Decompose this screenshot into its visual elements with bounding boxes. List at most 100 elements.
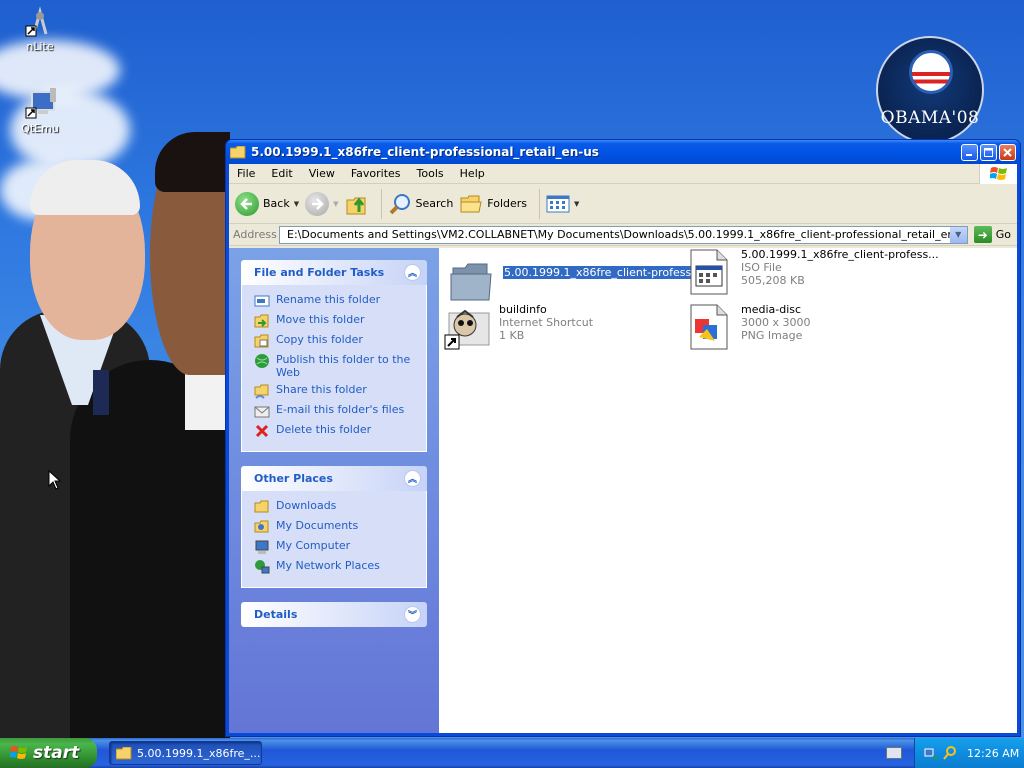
go-label: Go bbox=[995, 228, 1011, 241]
file-folder-tasks-header[interactable]: File and Folder Tasks ︽ bbox=[241, 260, 427, 285]
desktop-icon-qtemu[interactable]: QtEmu bbox=[10, 88, 70, 135]
desktop-icon-nlite[interactable]: nLite bbox=[10, 6, 70, 53]
file-item-folder[interactable]: 5.00.1999.1_x86fre_client-profess... bbox=[447, 258, 704, 306]
search-button[interactable]: Search bbox=[388, 192, 453, 216]
menu-view[interactable]: View bbox=[301, 167, 343, 180]
task-label: Delete this folder bbox=[276, 423, 372, 436]
menu-edit[interactable]: Edit bbox=[263, 167, 300, 180]
rename-icon bbox=[254, 295, 270, 307]
mouse-cursor-icon bbox=[48, 470, 62, 490]
other-places-panel: Other Places ︽ Downloads My Documents My… bbox=[241, 466, 427, 588]
start-button[interactable]: start bbox=[0, 738, 97, 768]
place-label: My Network Places bbox=[276, 559, 380, 572]
file-name: 5.00.1999.1_x86fre_client-profess... bbox=[741, 248, 939, 261]
taskbar-window-button[interactable]: 5.00.1999.1_x86fre_... bbox=[109, 741, 262, 765]
wallpaper-tie bbox=[93, 370, 109, 415]
menu-help[interactable]: Help bbox=[452, 167, 493, 180]
my-computer-icon bbox=[255, 540, 269, 554]
go-button[interactable]: ➜ Go bbox=[973, 226, 1011, 243]
windows-logo-icon bbox=[979, 164, 1017, 184]
task-email-files[interactable]: E-mail this folder's files bbox=[254, 403, 416, 419]
place-label: My Computer bbox=[276, 539, 351, 552]
network-icon[interactable] bbox=[923, 745, 939, 761]
other-places-header[interactable]: Other Places ︽ bbox=[241, 466, 427, 491]
file-name[interactable]: 5.00.1999.1_x86fre_client-profess... bbox=[502, 265, 704, 280]
panel-title: Details bbox=[254, 608, 298, 621]
views-button[interactable]: ▼ bbox=[546, 194, 579, 214]
address-bar: Address E:\Documents and Settings\VM2.CO… bbox=[229, 224, 1017, 246]
file-list-view: 5.00.1999.1_x86fre_client-profess... 5.0… bbox=[439, 248, 1017, 733]
file-name: buildinfo bbox=[499, 303, 547, 316]
task-label: E-mail this folder's files bbox=[276, 403, 405, 416]
collapse-icon[interactable]: ︽ bbox=[404, 470, 421, 487]
file-type: Internet Shortcut bbox=[499, 316, 594, 329]
file-name: media-disc bbox=[741, 303, 802, 316]
windows-logo-icon bbox=[10, 746, 27, 759]
start-label: start bbox=[33, 743, 80, 763]
search-icon[interactable] bbox=[942, 745, 958, 761]
back-dropdown-icon[interactable]: ▼ bbox=[294, 200, 299, 208]
forward-arrow-icon bbox=[305, 191, 330, 216]
up-folder-button[interactable] bbox=[345, 192, 369, 216]
png-image-icon bbox=[685, 303, 733, 351]
clock[interactable]: 12:26 AM bbox=[967, 747, 1019, 760]
menu-tools[interactable]: Tools bbox=[409, 167, 452, 180]
share-folder-icon bbox=[254, 384, 269, 399]
toolbar-separator bbox=[380, 188, 382, 219]
email-icon bbox=[254, 406, 270, 418]
panel-title: Other Places bbox=[254, 472, 333, 485]
details-header[interactable]: Details ︾ bbox=[241, 602, 427, 627]
go-arrow-icon: ➜ bbox=[973, 226, 992, 243]
toolbar-separator bbox=[539, 188, 541, 219]
window-titlebar[interactable]: 5.00.1999.1_x86fre_client-professional_r… bbox=[226, 140, 1020, 164]
wallpaper-hair bbox=[155, 132, 230, 192]
panel-title: File and Folder Tasks bbox=[254, 266, 385, 279]
file-item-media-disc[interactable]: media-disc 3000 x 3000 PNG Image bbox=[685, 303, 811, 351]
forward-dropdown-icon[interactable]: ▼ bbox=[333, 200, 338, 208]
close-icon bbox=[1003, 147, 1012, 157]
folders-label: Folders bbox=[487, 197, 528, 210]
collapse-icon[interactable]: ︽ bbox=[404, 264, 421, 281]
place-my-network-places[interactable]: My Network Places bbox=[254, 559, 416, 575]
views-icon bbox=[546, 195, 570, 212]
views-dropdown-icon[interactable]: ▼ bbox=[574, 200, 579, 208]
file-item-iso[interactable]: 5.00.1999.1_x86fre_client-profess... ISO… bbox=[685, 248, 939, 296]
folders-icon bbox=[460, 195, 482, 212]
task-delete-folder[interactable]: Delete this folder bbox=[254, 423, 416, 439]
iso-file-icon bbox=[685, 248, 733, 296]
task-share-folder[interactable]: Share this folder bbox=[254, 383, 416, 399]
place-downloads[interactable]: Downloads bbox=[254, 499, 416, 515]
file-item-buildinfo[interactable]: buildinfo Internet Shortcut 1 KB bbox=[443, 303, 593, 351]
menu-favorites[interactable]: Favorites bbox=[343, 167, 409, 180]
task-publish-web[interactable]: Publish this folder to the Web bbox=[254, 353, 416, 379]
place-my-documents[interactable]: My Documents bbox=[254, 519, 416, 535]
expand-icon[interactable]: ︾ bbox=[404, 606, 421, 623]
other-places-body: Downloads My Documents My Computer My Ne… bbox=[241, 491, 427, 588]
file-type: PNG Image bbox=[741, 329, 803, 342]
address-path: E:\Documents and Settings\VM2.COLLABNET\… bbox=[287, 228, 968, 241]
explorer-window: 5.00.1999.1_x86fre_client-professional_r… bbox=[225, 139, 1021, 737]
task-move-folder[interactable]: Move this folder bbox=[254, 313, 416, 329]
globe-icon bbox=[255, 354, 269, 368]
taskbar: start 5.00.1999.1_x86fre_... bbox=[0, 738, 1024, 768]
place-my-computer[interactable]: My Computer bbox=[254, 539, 416, 555]
qtemu-icon bbox=[24, 88, 56, 120]
move-folder-icon bbox=[254, 314, 269, 328]
place-label: Downloads bbox=[276, 499, 337, 512]
maximize-button[interactable] bbox=[980, 143, 997, 161]
forward-button[interactable]: ▼ bbox=[305, 191, 339, 216]
address-dropdown-icon[interactable]: ▼ bbox=[949, 226, 967, 243]
folder-icon bbox=[254, 500, 269, 513]
address-input[interactable]: E:\Documents and Settings\VM2.COLLABNET\… bbox=[279, 225, 968, 244]
task-copy-folder[interactable]: Copy this folder bbox=[254, 333, 416, 349]
window-body: File Edit View Favorites Tools Help Back… bbox=[229, 164, 1017, 733]
folders-button[interactable]: Folders bbox=[459, 192, 527, 216]
back-button[interactable]: Back ▼ bbox=[235, 191, 299, 216]
menu-file[interactable]: File bbox=[229, 167, 263, 180]
file-size: 505,208 KB bbox=[741, 274, 805, 287]
task-rename-folder[interactable]: Rename this folder bbox=[254, 293, 416, 309]
close-button[interactable] bbox=[999, 143, 1016, 161]
minimize-button[interactable] bbox=[961, 143, 978, 161]
task-label: Copy this folder bbox=[276, 333, 363, 346]
keyboard-icon[interactable] bbox=[886, 747, 902, 759]
